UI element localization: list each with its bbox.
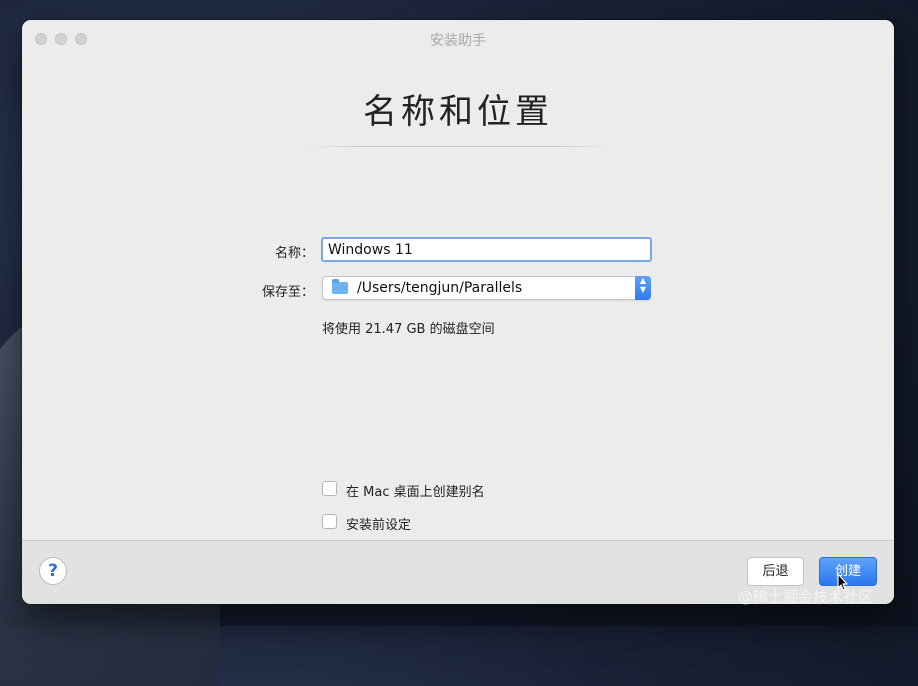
help-button[interactable]: ?	[39, 557, 67, 585]
select-arrows-icon[interactable]: ▲ ▼	[635, 276, 651, 300]
installer-window: 安装助手 名称和位置 名称： 保存至： /Users/tengjun/Paral…	[22, 20, 894, 604]
location-select[interactable]: /Users/tengjun/Parallels ▲ ▼	[322, 276, 651, 300]
folder-icon	[332, 279, 348, 294]
desktop-alias-checkbox[interactable]	[322, 481, 337, 496]
disk-usage-text: 将使用 21.47 GB 的磁盘空间	[322, 322, 495, 337]
title-bar: 安装助手	[22, 20, 894, 58]
pre-install-settings-checkbox[interactable]	[322, 514, 337, 529]
page-title: 名称和位置	[363, 92, 553, 132]
location-label: 保存至：	[261, 285, 314, 300]
pre-install-settings-label: 安装前设定	[346, 518, 412, 533]
location-path: /Users/tengjun/Parallels	[357, 280, 523, 296]
window-title: 安装助手	[430, 33, 486, 49]
name-label: 名称：	[274, 246, 314, 261]
vm-name-input[interactable]	[321, 237, 652, 262]
watermark-text: @稀土掘金技术社区	[738, 588, 874, 606]
back-button[interactable]: 后退	[747, 557, 804, 586]
desktop-alias-label: 在 Mac 桌面上创建别名	[346, 485, 485, 500]
title-divider	[304, 146, 614, 147]
